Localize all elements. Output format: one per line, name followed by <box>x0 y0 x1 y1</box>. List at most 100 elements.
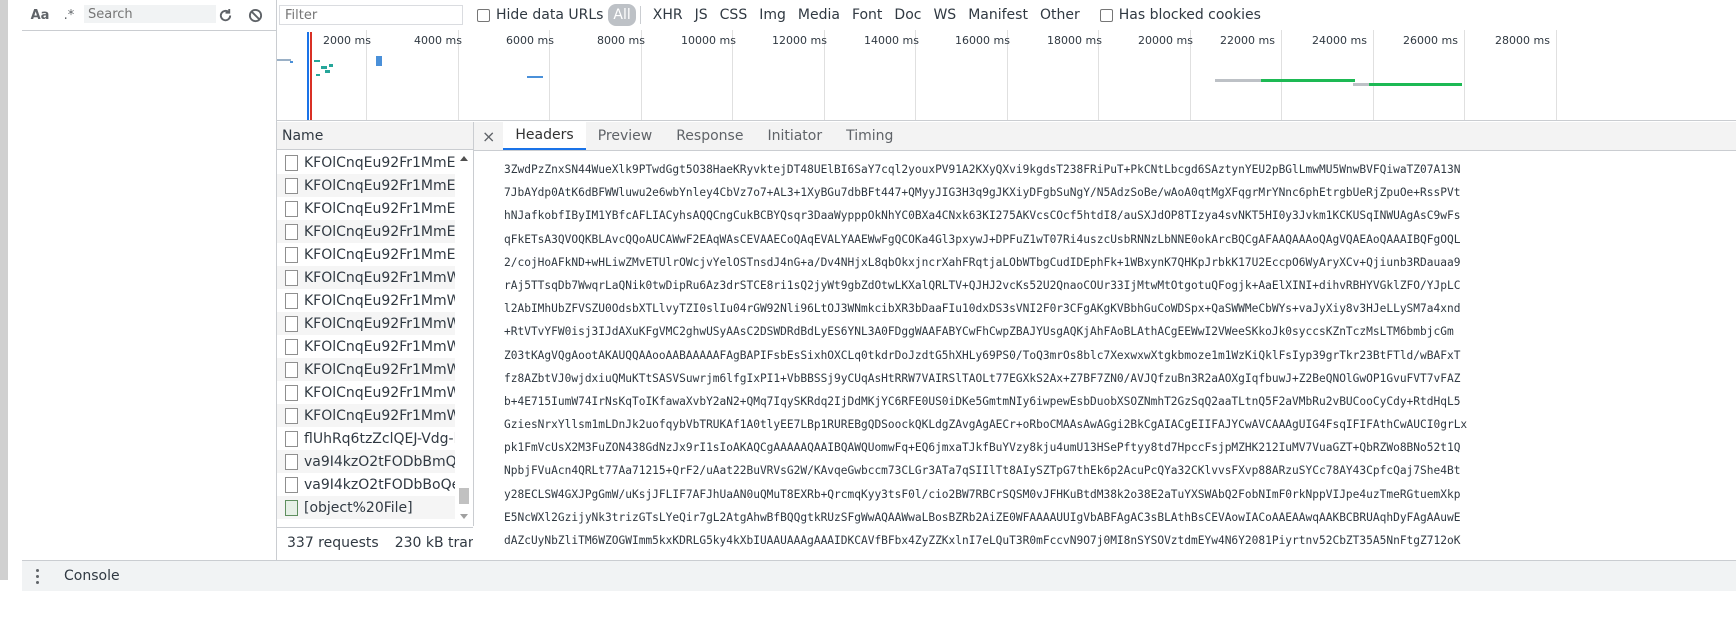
file-icon <box>285 407 298 424</box>
request-name: KFOlCnqEu92Fr1MmWUlf <box>304 361 455 378</box>
request-row[interactable]: KFOlCnqEu92Fr1MmWUlf <box>277 404 455 427</box>
type-filter-ws[interactable]: WS <box>929 5 960 25</box>
request-name: va9I4kzO2tFODbBmQeN. <box>304 453 455 470</box>
search-toolbar: Aa .* <box>22 0 276 31</box>
type-filter-css[interactable]: CSS <box>716 5 752 25</box>
filter-input[interactable] <box>279 5 463 25</box>
file-icon <box>285 269 298 286</box>
type-filter-doc[interactable]: Doc <box>890 5 925 25</box>
console-drawer: Console <box>22 560 1736 591</box>
transferred-size: 230 kB transfe <box>394 535 473 551</box>
code-line: +RtVTvYFW0isj3IJdAXuKFgVMC2ghwUSyAAsC2DS… <box>504 325 1454 339</box>
left-gutter <box>8 0 23 580</box>
type-filter-other[interactable]: Other <box>1036 5 1084 25</box>
file-icon <box>285 430 298 447</box>
code-line: pk1FmVcUsX2M3FuZON438GdNzJx9rI1sIoAKAQCg… <box>504 441 1461 455</box>
request-row[interactable]: KFOlCnqEu92Fr1MmWUlf <box>277 381 455 404</box>
request-name: KFOlCnqEu92Fr1MmEU9f <box>304 223 455 240</box>
name-column-header[interactable]: Name <box>277 122 473 150</box>
file-icon <box>285 246 298 263</box>
network-status-bar: 337 requests 230 kB transfe <box>277 527 473 558</box>
request-row[interactable]: flUhRq6tzZclQEJ-Vdg-luia <box>277 427 455 450</box>
hide-data-urls-label: Hide data URLs <box>496 7 604 23</box>
file-icon <box>285 338 298 355</box>
request-list-scrollbar[interactable] <box>457 152 471 522</box>
type-filter-media[interactable]: Media <box>794 5 844 25</box>
file-icon <box>285 384 298 401</box>
has-blocked-cookies-label: Has blocked cookies <box>1118 7 1261 23</box>
type-filter-js[interactable]: JS <box>691 5 712 25</box>
code-line: E5NcWXl2GzijyNk3trizGTsLYeQir7gL2AtgAhwB… <box>504 510 1461 524</box>
request-name: KFOlCnqEu92Fr1MmWUlf <box>304 338 455 355</box>
request-name: KFOlCnqEu92Fr1MmWUlf <box>304 292 455 309</box>
request-row[interactable]: va9I4kzO2tFODbBoQeM.. <box>277 473 455 496</box>
request-name: KFOlCnqEu92Fr1MmEU9f <box>304 177 455 194</box>
code-line: NpbjFVuAcn4QRLt77Aa71215+QrF2/uAat22BuVR… <box>504 464 1461 478</box>
dot <box>36 580 39 584</box>
request-row[interactable]: KFOlCnqEu92Fr1MmWUlf <box>277 289 455 312</box>
request-row[interactable]: KFOlCnqEu92Fr1MmWUlf <box>277 335 455 358</box>
file-icon <box>285 154 298 171</box>
request-row[interactable]: KFOlCnqEu92Fr1MmWUlf <box>277 312 455 335</box>
request-name: KFOlCnqEu92Fr1MmWUlf <box>304 315 455 332</box>
request-detail-pane: × Headers Preview Response Initiator Tim… <box>474 122 1736 558</box>
checkbox-box[interactable] <box>477 8 490 22</box>
tab-initiator[interactable]: Initiator <box>755 122 834 150</box>
timeline-bars <box>277 32 1462 120</box>
regex-button[interactable]: .* <box>60 5 78 25</box>
request-name: KFOlCnqEu92Fr1MmEU9f <box>304 246 455 263</box>
request-row[interactable]: KFOlCnqEu92Fr1MmEU9f <box>277 151 455 174</box>
tab-headers[interactable]: Headers <box>503 122 586 150</box>
tab-timing[interactable]: Timing <box>834 122 905 150</box>
type-filter-font[interactable]: Font <box>848 5 886 25</box>
code-line: 7JbAYdp0AtK6dBFWWluwu2e6wbYnley4CbVz7o7+… <box>504 186 1461 200</box>
refresh-icon[interactable] <box>216 5 234 25</box>
more-options-icon[interactable] <box>36 568 42 584</box>
code-line: GziesNrxYllsm1mLDnJk2uofqybVbTRUKAf1A0tl… <box>504 418 1468 432</box>
detail-tabs: × Headers Preview Response Initiator Tim… <box>474 122 1736 151</box>
request-name: KFOlCnqEu92Fr1MmEU9f <box>304 200 455 217</box>
type-filter-all[interactable]: All <box>608 4 636 26</box>
file-icon <box>285 315 298 332</box>
match-case-button[interactable]: Aa <box>30 5 50 25</box>
hide-data-urls-checkbox[interactable]: Hide data URLs <box>477 7 603 23</box>
request-row[interactable]: KFOlCnqEu92Fr1MmWUlf <box>277 266 455 289</box>
dot <box>36 568 39 572</box>
file-icon <box>285 177 298 194</box>
type-filter-img[interactable]: Img <box>755 5 790 25</box>
tab-response[interactable]: Response <box>664 122 755 150</box>
filter-toolbar: Hide data URLs All XHR JS CSS Img Media … <box>277 0 1736 31</box>
request-row[interactable]: KFOlCnqEu92Fr1MmEU9f <box>277 220 455 243</box>
checkbox-box[interactable] <box>1099 8 1113 22</box>
image-icon <box>285 499 298 516</box>
code-line: hNJafkobfIByIM1YBfcAFLIACyhsAQQCngCukBCB… <box>504 209 1461 223</box>
search-input[interactable] <box>84 5 216 23</box>
type-filter-manifest[interactable]: Manifest <box>964 5 1032 25</box>
header-value-text: 3ZwdPzZnxSN44WueXlk9PTwdGgt5O38HaeKRyvkt… <box>504 158 1734 552</box>
console-tab[interactable]: Console <box>64 568 120 584</box>
code-line: y28ECLSW4GXJPgGmW/uKsjJFLIF7AFJhUaAN0uQM… <box>504 487 1461 501</box>
request-row[interactable]: KFOlCnqEu92Fr1MmWUlf <box>277 358 455 381</box>
code-line: l2AbIMhUbZFVSZU0OdsbXTLlvyTZI0slIu04rGW9… <box>504 302 1461 316</box>
tab-preview[interactable]: Preview <box>586 122 665 150</box>
code-line: dAZcUyNbZliTM6WZOGWImm5kxKDRLG5ky4kXbIUA… <box>504 534 1461 547</box>
request-row[interactable]: KFOlCnqEu92Fr1MmEU9f <box>277 197 455 220</box>
request-row[interactable]: va9I4kzO2tFODbBmQeN. <box>277 450 455 473</box>
request-row[interactable]: KFOlCnqEu92Fr1MmEU9f <box>277 174 455 197</box>
type-filter-xhr[interactable]: XHR <box>649 5 687 25</box>
file-icon <box>285 223 298 240</box>
search-panel: Aa .* <box>22 0 277 560</box>
code-line: 3ZwdPzZnxSN44WueXlk9PTwdGgt5O38HaeKRyvkt… <box>504 163 1461 176</box>
request-name: KFOlCnqEu92Fr1MmWUlf <box>304 269 455 286</box>
request-name: flUhRq6tzZclQEJ-Vdg-luia <box>304 430 455 447</box>
request-row[interactable]: [object%20File] <box>277 496 455 519</box>
has-blocked-cookies-checkbox[interactable]: Has blocked cookies <box>1099 7 1261 23</box>
timeline-overview[interactable]: 2000 ms 4000 ms 6000 ms 8000 ms 10000 ms… <box>277 30 1736 121</box>
request-name: [object%20File] <box>304 499 413 516</box>
request-list: Name KFOlCnqEu92Fr1MmEU9f KFOlCnqEu92Fr1… <box>277 122 474 526</box>
code-line: fz8AZbtVJ0wjdxiuQMuKTtSASVSuwrjm6lfgIxPI… <box>504 371 1461 385</box>
clear-icon[interactable] <box>246 5 264 25</box>
code-line: 2/cojHoAFkND+wHLiwZMvETUlrOWcjvYelOSTnsd… <box>504 255 1461 269</box>
close-icon[interactable]: × <box>474 122 503 150</box>
request-row[interactable]: KFOlCnqEu92Fr1MmEU9f <box>277 243 455 266</box>
